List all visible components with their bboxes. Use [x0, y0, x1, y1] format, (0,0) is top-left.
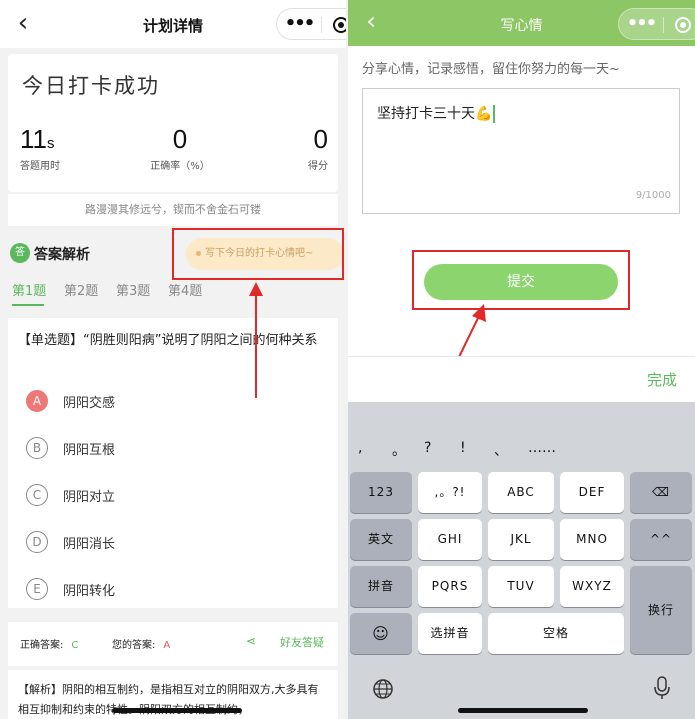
key-mno[interactable]: MNO [560, 519, 624, 560]
punct-question[interactable]: ? [424, 440, 431, 456]
right-nav-bar: ‹ 写心情 ••• [348, 0, 695, 46]
stat-score-label: 得分 [308, 161, 328, 172]
active-tab-indicator [12, 304, 44, 306]
answer-summary-row: 正确答案: C 您的答案: A ⋖ 好友答疑 [8, 622, 338, 666]
key-def[interactable]: DEF [560, 472, 624, 513]
stat-time-value: 11 [20, 124, 47, 154]
annotation-box-hint [172, 228, 344, 280]
globe-icon[interactable] [372, 678, 394, 705]
option-b-text: 阴阳互根 [63, 443, 116, 458]
option-a-letter: A [26, 390, 48, 412]
target-icon[interactable] [333, 17, 346, 33]
correct-answer-label: 正确答案: [20, 640, 64, 651]
stat-time-unit: s [47, 135, 55, 152]
question-text: 【单选题】“阴胜则阳病”说明了阴阳之间的何种关系 [18, 333, 318, 348]
friend-qa-button[interactable]: 好友答疑 [280, 634, 324, 650]
question-card: 【单选题】“阴胜则阳病”说明了阴阳之间的何种关系 A 阴阳交感 B 阴阳互根 C… [8, 318, 338, 608]
stat-score: 0 得分 [308, 124, 328, 172]
keyboard-accessory-bar: 完成 [348, 356, 695, 402]
home-indicator [112, 708, 242, 713]
arrow-head [472, 304, 486, 322]
option-c-letter: C [26, 484, 48, 506]
key-wxyz[interactable]: WXYZ [560, 566, 624, 607]
text-caret [493, 105, 496, 123]
target-icon[interactable] [675, 17, 691, 33]
punct-comma[interactable]: , [358, 440, 362, 456]
key-abc[interactable]: ABC [488, 472, 554, 513]
key-emoticon[interactable]: ^^ [630, 519, 692, 560]
key-punct[interactable]: ,。?! [418, 472, 482, 513]
punctuation-candidates: , 。 ? ! 、 …… [348, 402, 695, 466]
stat-accuracy: 0 正确率（%） [150, 124, 210, 172]
key-pqrs[interactable]: PQRS [418, 566, 482, 607]
chinese-keyboard: , 。 ? ! 、 …… 123 ,。?! ABC DEF ⌫ 英文 GHI J… [348, 402, 695, 719]
punct-enum-comma[interactable]: 、 [494, 440, 508, 460]
emoji-icon[interactable]: ☺ [350, 613, 412, 654]
your-answer-label: 您的答案: [112, 640, 156, 651]
capsule-divider [663, 17, 664, 33]
your-answer: 您的答案: A [112, 636, 170, 651]
your-answer-value: A [163, 640, 171, 651]
correct-answer-value: C [71, 640, 79, 651]
correct-answer: 正确答案: C [20, 636, 78, 651]
more-dots-icon[interactable]: ••• [277, 9, 321, 41]
key-123[interactable]: 123 [350, 472, 412, 513]
option-c-text: 阴阳对立 [63, 490, 116, 505]
annotation-arrow-up [249, 282, 263, 398]
right-screen: ‹ 写心情 ••• 分享心情，记录感悟，留住你努力的每一天~ 坚持打卡三十天💪 … [348, 0, 695, 719]
done-button[interactable]: 完成 [647, 369, 677, 390]
option-e-text: 阴阳转化 [63, 584, 116, 599]
left-screen: ‹ 计划详情 ••• 今日打卡成功 11s 答题用时 0 正确率（%） 0 得分… [0, 0, 346, 719]
stat-accuracy-value: 0 [172, 124, 188, 154]
option-d-letter: D [26, 531, 48, 553]
option-d-text: 阴阳消长 [63, 537, 116, 552]
option-b-letter: B [26, 437, 48, 459]
share-icon: ⋖ [246, 634, 257, 648]
stat-time-label: 答题用时 [20, 161, 60, 172]
tab-question-1[interactable]: 第1题 [12, 280, 46, 299]
stat-accuracy-label: 正确率（%） [150, 161, 210, 172]
left-nav-bar: ‹ 计划详情 ••• [0, 0, 346, 48]
home-indicator [458, 708, 588, 713]
mic-svg [654, 676, 670, 699]
option-a-text: 阴阳交感 [63, 396, 116, 411]
char-counter: 9/1000 [635, 190, 671, 201]
option-e-letter: E [26, 578, 48, 600]
key-pinyin[interactable]: 拼音 [350, 566, 412, 607]
key-ghi[interactable]: GHI [418, 519, 482, 560]
key-jkl[interactable]: JKL [488, 519, 554, 560]
key-newline[interactable]: 换行 [630, 566, 692, 654]
mood-input-value: 坚持打卡三十天💪 [377, 103, 496, 123]
backspace-icon[interactable]: ⌫ [630, 472, 692, 513]
capsule-divider [321, 17, 322, 33]
tab-question-4[interactable]: 第4题 [168, 280, 202, 299]
key-space[interactable]: 空格 [488, 613, 624, 654]
stat-score-value: 0 [313, 124, 328, 154]
key-english[interactable]: 英文 [350, 519, 412, 560]
checkin-summary-card: 今日打卡成功 11s 答题用时 0 正确率（%） 0 得分 [8, 54, 338, 192]
punct-period[interactable]: 。 [392, 440, 406, 460]
analysis-title: 答案解析 [34, 247, 90, 263]
miniprogram-capsule: ••• [276, 8, 346, 40]
stat-time: 11s 答题用时 [20, 124, 60, 172]
punct-ellipsis[interactable]: …… [528, 440, 556, 456]
checkin-success-title: 今日打卡成功 [22, 74, 160, 98]
more-dots-icon[interactable]: ••• [619, 9, 663, 41]
globe-svg [373, 679, 393, 699]
microphone-icon[interactable] [653, 676, 671, 705]
punct-exclaim[interactable]: ! [460, 440, 466, 456]
tab-question-2[interactable]: 第2题 [64, 280, 98, 299]
miniprogram-capsule: ••• [618, 8, 695, 40]
key-select-pinyin[interactable]: 选拼音 [418, 613, 482, 654]
tab-question-3[interactable]: 第3题 [116, 280, 150, 299]
motto-text: 路漫漫其修远兮，锲而不舍金石可镂 [8, 194, 338, 226]
mood-prompt: 分享心情，记录感悟，留住你努力的每一天~ [362, 62, 620, 77]
arrow-head [249, 282, 263, 296]
key-tuv[interactable]: TUV [488, 566, 554, 607]
answer-badge-icon: 答 [10, 243, 30, 263]
mood-textarea[interactable]: 坚持打卡三十天💪 9/1000 [362, 88, 680, 214]
